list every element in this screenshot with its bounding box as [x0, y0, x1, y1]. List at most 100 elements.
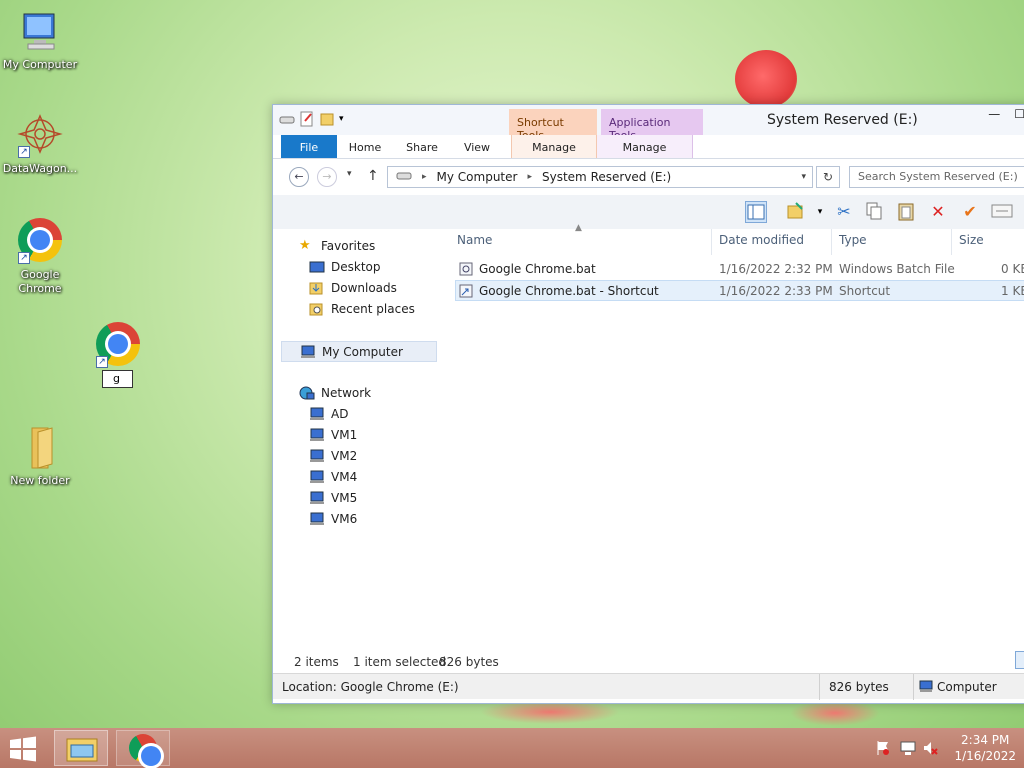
sidebar-item-host[interactable]: VM5	[309, 491, 357, 505]
file-date: 1/16/2022 2:32 PM	[719, 262, 833, 276]
drive-icon[interactable]	[279, 111, 295, 127]
paste-icon[interactable]	[895, 201, 917, 223]
rename-input[interactable]: g	[102, 370, 133, 388]
column-separator[interactable]	[951, 229, 952, 255]
column-header-name[interactable]: Name	[457, 233, 492, 247]
file-explorer-taskbar-button[interactable]	[54, 730, 108, 766]
rename-check-icon[interactable]: ✔	[959, 201, 981, 223]
new-folder-icon[interactable]	[319, 111, 335, 127]
desktop-icon	[309, 260, 325, 274]
chevron-right-icon[interactable]: ▸	[527, 172, 532, 182]
sidebar-item-desktop[interactable]: Desktop	[309, 260, 381, 274]
star-icon: ★	[299, 238, 311, 253]
desktop-icon-label: New folder	[10, 474, 70, 487]
forward-button[interactable]: →	[317, 167, 337, 187]
computer-icon	[309, 428, 325, 442]
column-header-type[interactable]: Type	[839, 233, 867, 247]
tab-view[interactable]: View	[451, 135, 503, 158]
file-name: Google Chrome.bat - Shortcut	[479, 284, 659, 298]
batch-file-icon	[459, 262, 473, 279]
recent-locations-icon[interactable]: ▾	[347, 169, 352, 179]
maximize-button[interactable]: ☐	[1014, 107, 1024, 121]
dropdown-icon[interactable]: ▾	[809, 201, 831, 223]
tab-application-manage[interactable]: Manage	[597, 135, 693, 158]
properties-icon[interactable]	[299, 111, 315, 127]
copy-icon[interactable]	[863, 201, 885, 223]
computer-icon	[300, 345, 316, 359]
refresh-button[interactable]: ↻	[816, 166, 840, 188]
back-button[interactable]: ←	[289, 167, 309, 187]
wallpaper-flower	[735, 50, 797, 108]
shortcut-arrow-icon: ↗	[18, 146, 30, 158]
clock[interactable]: 2:34 PM 1/16/2022	[954, 732, 1016, 764]
explorer-window[interactable]: ▾ Shortcut Tools Application Tools Syste…	[272, 104, 1024, 704]
desktop-icon-google-chrome[interactable]: ↗ Google Chrome	[0, 216, 80, 296]
computer-icon	[309, 512, 325, 526]
sidebar-item-host[interactable]: VM1	[309, 428, 357, 442]
sidebar-item-host[interactable]: AD	[309, 407, 348, 421]
column-header-date[interactable]: Date modified	[719, 233, 804, 247]
network-tray-icon[interactable]	[900, 740, 916, 759]
desktop-icon-new-folder[interactable]: New folder	[0, 424, 80, 488]
folder-options-icon[interactable]	[785, 201, 807, 223]
up-arrow-icon[interactable]: ↑	[367, 168, 379, 184]
divider	[913, 674, 914, 700]
delete-icon[interactable]: ✕	[927, 201, 949, 223]
chrome-taskbar-button[interactable]	[116, 730, 170, 766]
sidebar-item-host[interactable]: VM2	[309, 449, 357, 463]
folder-icon	[16, 424, 64, 472]
sidebar-item-host[interactable]: VM4	[309, 470, 357, 484]
title-bar[interactable]: ▾ Shortcut Tools Application Tools Syste…	[273, 105, 1024, 142]
sidebar-item-favorites[interactable]: ★ Favorites	[299, 238, 376, 254]
application-tools-header: Application Tools	[601, 109, 703, 142]
sidebar-item-host[interactable]: VM6	[309, 512, 357, 526]
sidebar-item-my-computer[interactable]: My Computer	[281, 341, 437, 362]
computer-icon	[16, 8, 64, 56]
sidebar-item-network[interactable]: Network	[299, 386, 371, 400]
sidebar-item-label: AD	[331, 407, 349, 421]
chevron-right-icon[interactable]: ▸	[422, 172, 427, 182]
breadcrumb-my-computer[interactable]: My Computer	[437, 170, 518, 184]
column-separator[interactable]	[711, 229, 712, 255]
taskbar: 2:34 PM 1/16/2022	[0, 728, 1024, 768]
search-input[interactable]: Search System Reserved (E:)	[849, 166, 1024, 188]
command-toolbar: ▾ ✂ ✕ ✔	[273, 195, 1024, 229]
properties-icon[interactable]	[991, 201, 1013, 223]
start-button[interactable]	[8, 730, 40, 766]
file-name: Google Chrome.bat	[479, 262, 596, 276]
minimize-button[interactable]: —	[988, 107, 1000, 121]
breadcrumb-system-reserved[interactable]: System Reserved (E:)	[542, 170, 671, 184]
volume-muted-icon[interactable]	[922, 740, 938, 759]
tab-shortcut-manage[interactable]: Manage	[511, 135, 597, 158]
shortcut-arrow-icon: ↗	[96, 356, 108, 368]
table-row[interactable]: Google Chrome.bat - Shortcut 1/16/2022 2…	[455, 280, 1024, 301]
sidebar-item-recent-places[interactable]: Recent places	[309, 302, 415, 316]
desktop-icon-renaming[interactable]: ↗	[78, 320, 158, 372]
chrome-icon: ↗	[16, 218, 64, 266]
desktop-icon-my-computer[interactable]: My Computer	[0, 8, 80, 72]
qat-dropdown-icon[interactable]: ▾	[339, 111, 355, 127]
action-center-flag-icon[interactable]	[876, 740, 890, 759]
computer-icon	[309, 449, 325, 463]
recent-places-icon	[309, 302, 325, 316]
file-type: Shortcut	[839, 284, 891, 298]
ribbon-tabs: File Home Share View Manage Manage	[273, 135, 1024, 159]
tab-file[interactable]: File	[281, 135, 337, 158]
desktop-icon-label: My Computer	[2, 58, 78, 71]
shortcut-file-icon	[459, 284, 473, 301]
desktop-icon-datawagon[interactable]: ↗ DataWagon...	[0, 112, 80, 176]
sidebar-item-label: VM1	[331, 428, 358, 442]
table-row[interactable]: Google Chrome.bat 1/16/2022 2:32 PM Wind…	[455, 259, 1024, 280]
column-separator[interactable]	[831, 229, 832, 255]
details-view-icon[interactable]	[1015, 651, 1024, 669]
preview-pane-icon[interactable]	[745, 201, 767, 223]
address-dropdown-icon[interactable]: ▾	[801, 172, 806, 182]
column-header-size[interactable]: Size	[959, 233, 984, 247]
sidebar-item-downloads[interactable]: Downloads	[309, 281, 397, 295]
address-input[interactable]: ▸ My Computer ▸ System Reserved (E:) ▾	[387, 166, 813, 188]
sidebar-item-label: Favorites	[321, 239, 376, 253]
tab-share[interactable]: Share	[393, 135, 451, 158]
cut-icon[interactable]: ✂	[833, 201, 855, 223]
tab-home[interactable]: Home	[337, 135, 393, 158]
datawagon-icon: ↗	[16, 112, 64, 160]
